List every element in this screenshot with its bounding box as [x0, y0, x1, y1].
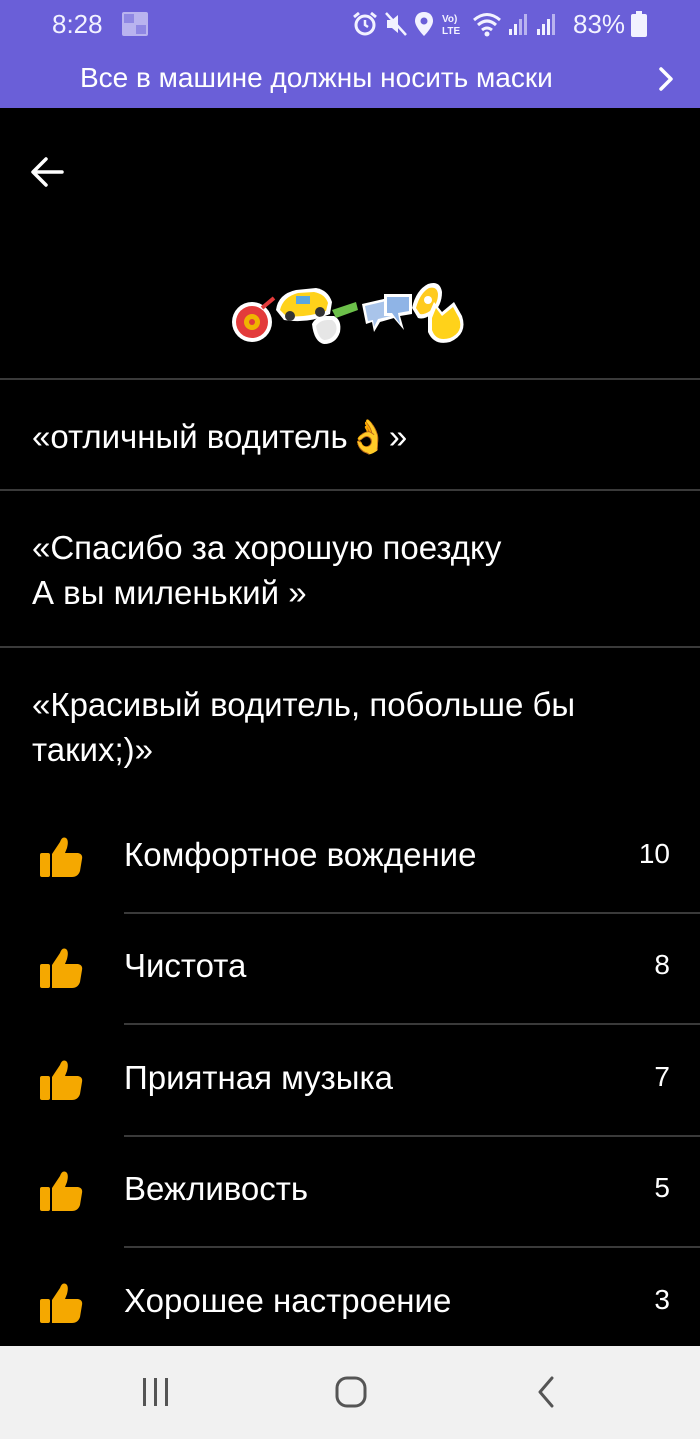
review-text: «Спасибо за хорошую поездку А вы миленьк…	[32, 525, 682, 615]
svg-text:Vo): Vo)	[442, 14, 457, 25]
tag-row[interactable]: Хорошее настроение 3	[0, 1250, 700, 1360]
mute-icon	[385, 12, 407, 36]
divider	[124, 1246, 700, 1248]
review-2-line-2: А вы миленький »	[32, 574, 307, 611]
tag-label: Приятная музыка	[124, 1059, 394, 1096]
battery-icon	[631, 11, 647, 37]
gallery-icon	[122, 12, 148, 36]
thumbs-up-icon	[40, 1171, 83, 1211]
divider	[0, 378, 700, 380]
review-text: «отличный водитель👌»	[32, 414, 682, 459]
volte-icon: Vo) LTE	[442, 14, 460, 37]
system-icons: Vo) LTE	[352, 10, 558, 38]
location-icon	[415, 12, 433, 36]
status-bar: 8:28 Vo) LTE 83%	[0, 0, 700, 50]
mask-banner[interactable]: Все в машине должны носить маски	[0, 52, 700, 108]
tag-count: 5	[654, 1172, 670, 1203]
review-3-line-2: таких;)»	[32, 731, 153, 768]
battery-percent: 83%	[573, 9, 626, 39]
tag-label: Чистота	[124, 947, 247, 984]
tag-row[interactable]: Приятная музыка 7	[0, 1027, 700, 1137]
alarm-icon	[353, 11, 377, 36]
signal-icon	[509, 14, 527, 35]
banner-text: Все в машине должны носить маски	[80, 62, 553, 93]
review-3-line-1: «Красивый водитель, побольше бы	[32, 686, 576, 723]
thumbs-up-icon	[40, 1060, 83, 1100]
thumbs-up-icon	[40, 837, 83, 877]
tag-row[interactable]: Чистота 8	[0, 915, 700, 1025]
tag-label: Вежливость	[124, 1170, 309, 1207]
divider	[124, 1135, 700, 1137]
status-time: 8:28	[52, 9, 103, 39]
back-icon[interactable]	[522, 1370, 572, 1414]
thumbs-up-icon	[40, 948, 83, 988]
arrow-left-icon[interactable]	[26, 150, 70, 194]
home-icon[interactable]	[326, 1370, 376, 1414]
divider	[0, 489, 700, 491]
tag-count: 8	[654, 949, 670, 980]
tag-row[interactable]: Комфортное вождение 10	[0, 804, 700, 914]
system-nav-bar	[0, 1346, 700, 1439]
tag-count: 3	[654, 1284, 670, 1315]
wifi-icon	[473, 13, 501, 37]
svg-text:LTE: LTE	[442, 26, 460, 37]
review-2-line-1: «Спасибо за хорошую поездку	[32, 529, 502, 566]
review-1: «отличный водитель👌»	[32, 418, 408, 455]
thumbs-up-icon	[40, 1283, 83, 1323]
recent-apps-icon[interactable]	[131, 1370, 181, 1414]
sticker-pack-icon	[232, 283, 464, 344]
top-bar: 8:28 Vo) LTE 83% Все в машине должны нос…	[0, 0, 700, 108]
divider	[124, 912, 700, 914]
tag-count: 7	[654, 1061, 670, 1092]
divider	[124, 1023, 700, 1025]
chevron-right-icon	[659, 67, 673, 91]
divider	[0, 646, 700, 648]
tag-label: Хорошее настроение	[124, 1282, 452, 1319]
tag-row[interactable]: Вежливость 5	[0, 1138, 700, 1248]
signal-icon	[537, 14, 555, 35]
tag-count: 10	[638, 838, 670, 869]
tag-label: Комфортное вождение	[124, 836, 477, 873]
review-text: «Красивый водитель, побольше бы таких;)»	[32, 682, 682, 772]
